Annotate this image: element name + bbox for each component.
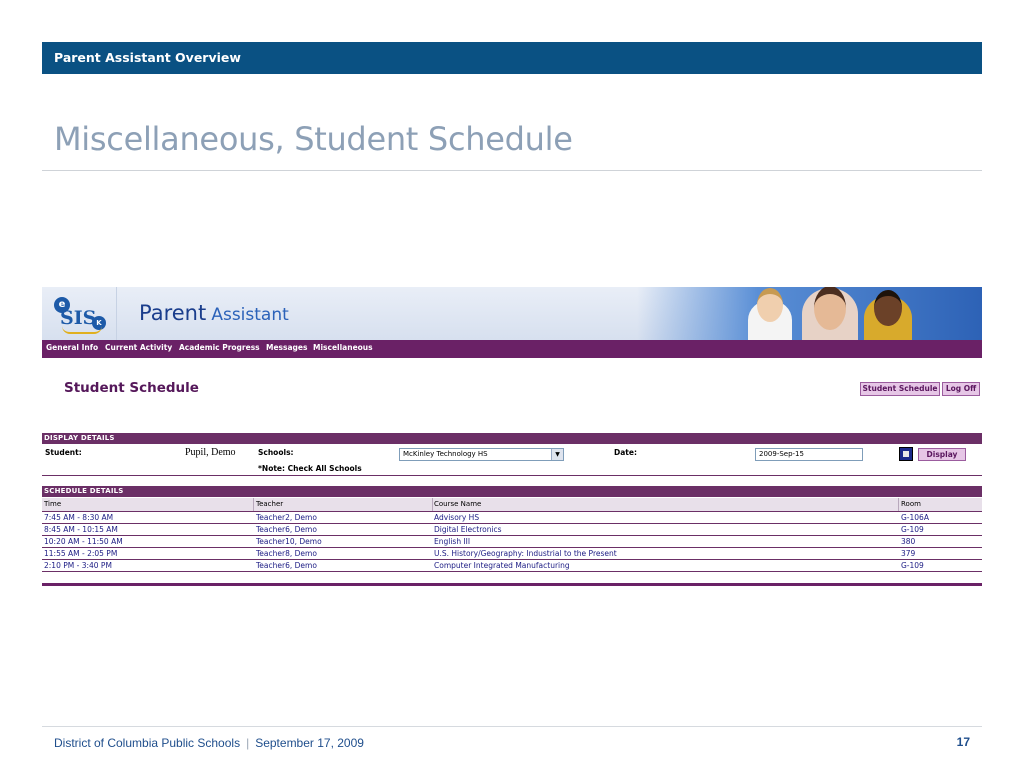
page-number: 17 [956,735,970,749]
date-label: Date: [614,448,637,457]
nav-messages[interactable]: Messages [266,343,307,352]
col-separator [432,498,433,511]
app-screenshot: e SIS K Parent Assistant General Info Cu… [42,287,982,589]
footer-date: September 17, 2009 [255,736,364,750]
schedule-details-header: SCHEDULE DETAILS [42,486,982,497]
cell-time: 8:45 AM - 10:15 AM [44,525,118,534]
col-separator [253,498,254,511]
cell-time: 10:20 AM - 11:50 AM [44,537,123,546]
logo-swoosh [62,326,102,334]
col-time: Time [44,500,62,508]
student-name-value: Pupil, Demo [185,447,236,458]
col-separator [898,498,899,511]
nav-miscellaneous[interactable]: Miscellaneous [313,343,373,352]
display-details-header: DISPLAY DETAILS [42,433,982,444]
col-room: Room [901,500,921,508]
app-bottom-bar [42,583,982,586]
col-course-name: Course Name [434,500,482,508]
brand-assistant: Assistant [211,305,289,325]
slide-title: Miscellaneous, Student Schedule [54,120,573,158]
title-divider [42,170,982,171]
cell-course: Computer Integrated Manufacturing [434,561,570,570]
nav-current-activity[interactable]: Current Activity [105,343,172,352]
cell-room: G-106A [901,513,929,522]
app-nav-bar: General Info Current Activity Academic P… [42,340,982,358]
check-all-schools-note: *Note: Check All Schools [258,464,362,473]
table-row[interactable]: 8:45 AM - 10:15 AM Teacher6, Demo Digita… [42,524,982,536]
cell-teacher: Teacher2, Demo [256,513,317,522]
banner-divider [116,287,117,340]
student-photo-girl-2 [864,290,912,340]
cell-course: U.S. History/Geography: Industrial to th… [434,549,617,558]
col-teacher: Teacher [256,500,284,508]
table-row[interactable]: 2:10 PM - 3:40 PM Teacher6, Demo Compute… [42,560,982,572]
table-row[interactable]: 10:20 AM - 11:50 AM Teacher10, Demo Engl… [42,536,982,548]
slide-footer: District of Columbia Public Schools | Sept… [54,736,364,750]
cell-course: Advisory HS [434,513,480,522]
cell-time: 11:55 AM - 2:05 PM [44,549,118,558]
cell-room: G-109 [901,525,924,534]
schools-select[interactable]: McKinley Technology HS ▼ [399,448,564,461]
calendar-icon[interactable] [899,447,913,461]
table-row[interactable]: 11:55 AM - 2:05 PM Teacher8, Demo U.S. H… [42,548,982,560]
student-schedule-heading: Student Schedule [64,380,199,396]
footer-org: District of Columbia Public Schools [54,736,241,750]
nav-academic-progress[interactable]: Academic Progress [179,343,260,352]
display-details-rule [42,475,982,476]
date-input[interactable]: 2009-Sep-15 [755,448,863,461]
cell-course: Digital Electronics [434,525,502,534]
schedule-details-title: SCHEDULE DETAILS [44,487,124,495]
cell-room: 379 [901,549,916,558]
student-schedule-button[interactable]: Student Schedule [860,382,940,396]
display-details-title: DISPLAY DETAILS [44,434,115,442]
slide-header-bar: Parent Assistant Overview [42,42,982,74]
schedule-table-header: Time Teacher Course Name Room [42,498,982,512]
brand-parent: Parent [139,301,207,325]
display-button[interactable]: Display [918,448,966,461]
student-photo-girl [802,287,858,340]
student-photo-boy [748,288,792,340]
log-off-button[interactable]: Log Off [942,382,980,396]
cell-room: 380 [901,537,916,546]
table-row[interactable]: 7:45 AM - 8:30 AM Teacher2, Demo Advisor… [42,512,982,524]
slide-header-title: Parent Assistant Overview [54,50,241,65]
student-label: Student: [45,448,82,457]
cell-teacher: Teacher6, Demo [256,525,317,534]
nav-general-info[interactable]: General Info [46,343,98,352]
cell-room: G-109 [901,561,924,570]
date-input-value: 2009-Sep-15 [759,450,804,458]
schools-label: Schools: [258,448,294,457]
schools-select-value: McKinley Technology HS [403,450,488,458]
cell-course: English III [434,537,471,546]
cell-time: 7:45 AM - 8:30 AM [44,513,114,522]
app-banner: e SIS K Parent Assistant [42,287,982,340]
footer-divider [42,726,982,727]
app-brand: Parent Assistant [139,301,289,325]
cell-time: 2:10 PM - 3:40 PM [44,561,112,570]
footer-separator: | [246,736,250,750]
cell-teacher: Teacher8, Demo [256,549,317,558]
cell-teacher: Teacher6, Demo [256,561,317,570]
chevron-down-icon[interactable]: ▼ [551,449,563,460]
esis-logo: e SIS K [50,293,106,337]
cell-teacher: Teacher10, Demo [256,537,322,546]
